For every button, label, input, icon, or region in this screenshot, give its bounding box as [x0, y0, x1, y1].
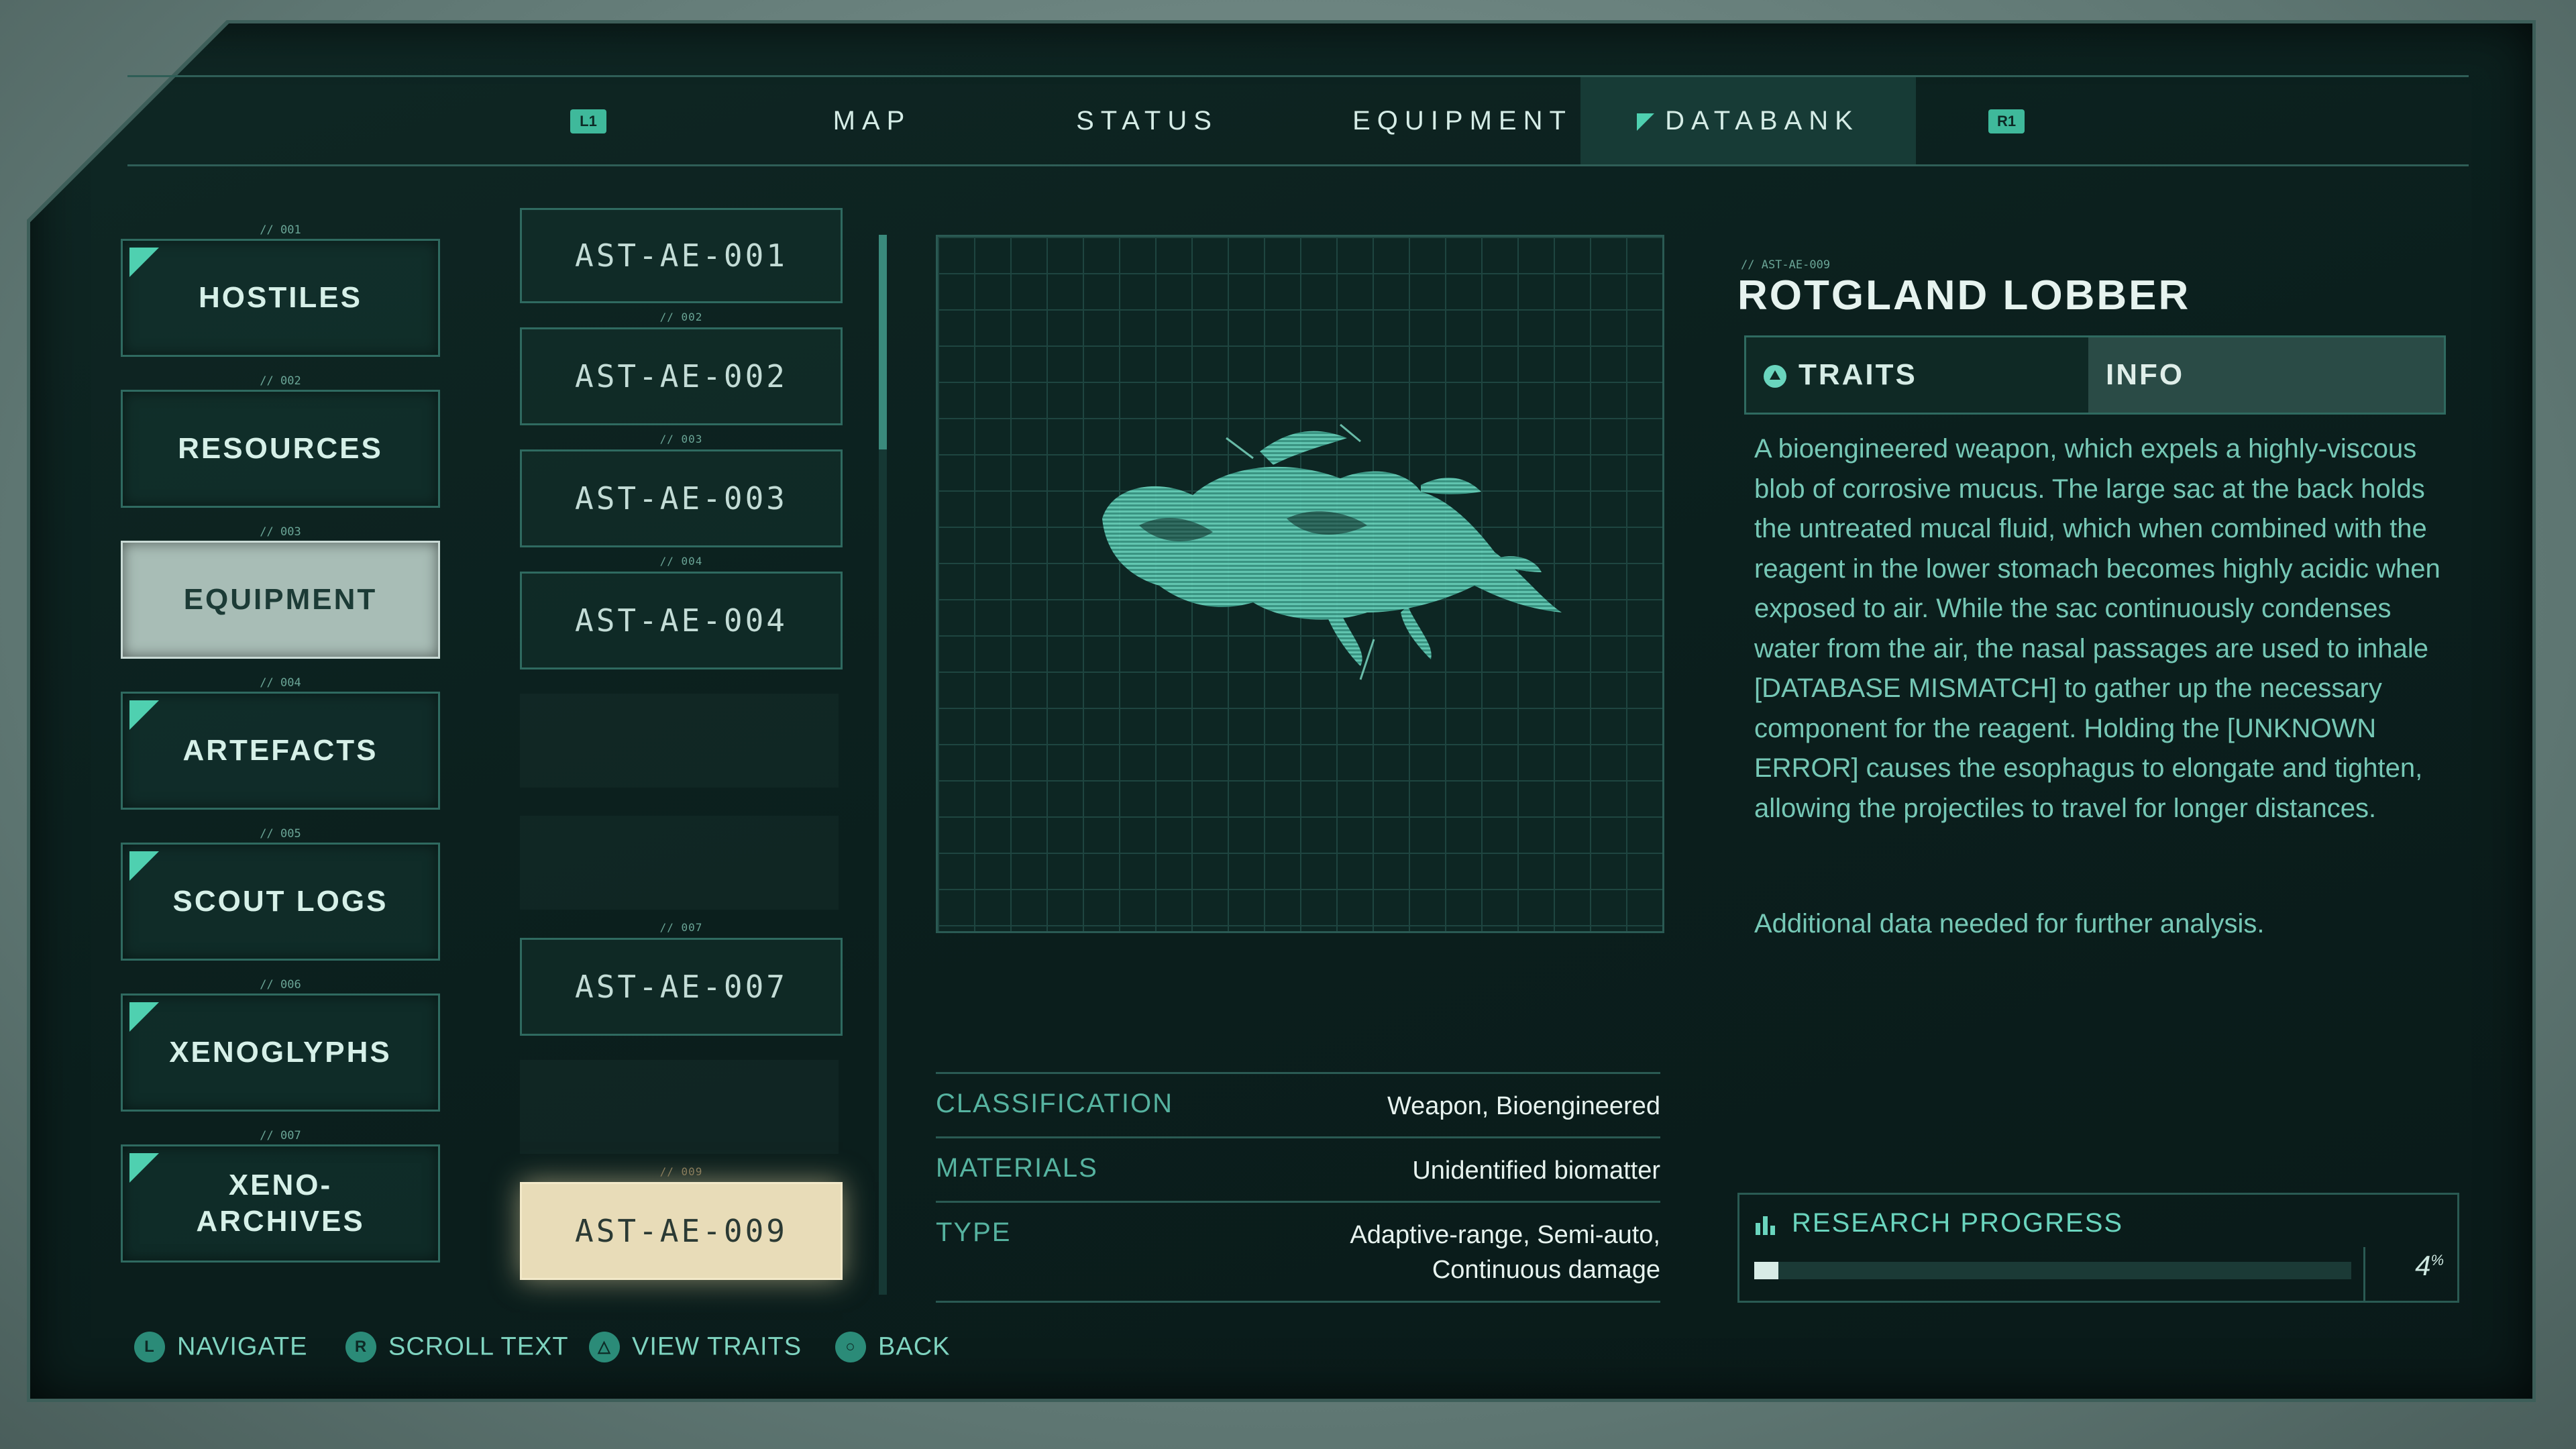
item-hologram-viewport [936, 235, 1664, 933]
category-label: XENO- ARCHIVES [196, 1169, 365, 1238]
tab-traits-label: TRAITS [1799, 358, 1917, 391]
new-flag-icon [129, 1002, 159, 1032]
entry-label: AST-AE-007 [575, 969, 788, 1005]
category-label: ARTEFACTS [182, 734, 378, 767]
triangle-button-icon: △ [589, 1332, 620, 1362]
research-percent: 4% [2415, 1250, 2444, 1282]
tab-equipment[interactable]: EQUIPMENT [1308, 77, 1617, 164]
category-xeno-archives[interactable]: // 007 XENO- ARCHIVES [121, 1129, 440, 1263]
category-number: // 006 [260, 978, 301, 991]
hint-view-traits[interactable]: △ VIEW TRAITS [589, 1332, 802, 1362]
stat-value: Unidentified biomatter [1412, 1157, 1660, 1185]
category-label: RESOURCES [178, 432, 383, 465]
entry-ast-ae-003[interactable]: // 003 AST-AE-003 [520, 433, 843, 547]
category-label: XENOGLYPHS [169, 1036, 392, 1069]
category-resources[interactable]: // 002 RESOURCES [121, 374, 440, 508]
research-percent-unit: % [2430, 1252, 2444, 1269]
hint-label: SCROLL TEXT [388, 1332, 569, 1361]
entry-number: // 004 [659, 555, 703, 568]
category-label: SCOUT LOGS [172, 885, 388, 918]
hint-scroll-text[interactable]: R SCROLL TEXT [345, 1332, 569, 1362]
entry-locked[interactable] [520, 816, 839, 910]
category-scout-logs[interactable]: // 005 SCOUT LOGS [121, 827, 440, 961]
research-progress-bar [1754, 1262, 2351, 1279]
entry-label: AST-AE-002 [575, 358, 788, 394]
triangle-button-icon [1764, 365, 1786, 388]
new-flag-icon [129, 700, 159, 730]
category-number: // 004 [260, 676, 301, 690]
entry-locked[interactable] [520, 694, 839, 788]
category-number: // 007 [260, 1129, 301, 1142]
hint-label: NAVIGATE [177, 1332, 308, 1361]
category-number: // 003 [260, 525, 301, 539]
stat-key: TYPE [936, 1218, 1012, 1247]
entry-ast-ae-001[interactable]: AST-AE-001 [520, 208, 843, 303]
tab-status[interactable]: STATUS [1026, 77, 1268, 164]
category-xenoglyphs[interactable]: // 006 XENOGLYPHS [121, 978, 440, 1112]
tab-databank[interactable]: DATABANK [1580, 77, 1916, 164]
entry-ast-ae-004[interactable]: // 004 AST-AE-004 [520, 555, 843, 669]
circle-button-icon: ○ [835, 1332, 866, 1362]
entry-scrollbar-thumb[interactable] [879, 235, 887, 449]
entry-label: AST-AE-001 [575, 237, 788, 274]
left-stick-icon: L [134, 1332, 165, 1362]
category-equipment[interactable]: // 003 EQUIPMENT [121, 525, 440, 659]
entry-ast-ae-009[interactable]: // 009 AST-AE-009 [520, 1165, 843, 1280]
new-flag-icon [129, 851, 159, 881]
entry-number: // 009 [659, 1165, 703, 1178]
entry-ast-ae-002[interactable]: // 002 AST-AE-002 [520, 311, 843, 425]
stat-value: Weapon, Bioengineered [1387, 1092, 1660, 1120]
entry-label: AST-AE-003 [575, 480, 788, 517]
stat-value: Adaptive-range, Semi-auto, Continuous da… [1350, 1221, 1660, 1284]
tab-traits[interactable]: TRAITS [1746, 337, 2088, 413]
top-navigation: L1 MAP STATUS EQUIPMENT DATABANK R1 [127, 75, 2469, 166]
stat-row-materials: MATERIALS Unidentified biomatter [936, 1136, 1660, 1203]
stat-row-type: TYPE Adaptive-range, Semi-auto, Continuo… [936, 1201, 1660, 1303]
category-artefacts[interactable]: // 004 ARTEFACTS [121, 676, 440, 810]
hint-back[interactable]: ○ BACK [835, 1332, 950, 1362]
category-label: HOSTILES [198, 281, 363, 314]
detail-description: A bioengineered weapon, which expels a h… [1754, 434, 2440, 823]
entry-label: AST-AE-009 [575, 1213, 788, 1249]
research-percent-value: 4 [2415, 1250, 2431, 1281]
category-number: // 002 [260, 374, 301, 388]
entry-scrollbar[interactable] [879, 235, 887, 1295]
entry-number: // 003 [659, 433, 703, 445]
new-flag-icon [129, 248, 159, 277]
hint-navigate[interactable]: L NAVIGATE [134, 1332, 308, 1362]
stat-row-classification: CLASSIFICATION Weapon, Bioengineered [936, 1072, 1660, 1138]
tab-info-label: INFO [2106, 358, 2185, 391]
detail-note: Additional data needed for further analy… [1754, 909, 2265, 938]
tab-databank-label: DATABANK [1665, 106, 1860, 136]
l1-bumper-icon[interactable]: L1 [570, 109, 606, 133]
r1-bumper-icon[interactable]: R1 [1988, 109, 2025, 133]
stat-key: CLASSIFICATION [936, 1089, 1173, 1118]
bar-chart-icon [1756, 1216, 1775, 1235]
right-stick-icon: R [345, 1332, 376, 1362]
category-number: // 005 [260, 827, 301, 841]
entry-number: // 002 [659, 311, 703, 323]
detail-title: ROTGLAND LOBBER [1737, 272, 2191, 319]
entry-number: // 007 [659, 921, 703, 934]
detail-tabs: TRAITS INFO [1744, 335, 2446, 415]
research-progress-fill [1754, 1262, 1778, 1279]
tab-map[interactable]: MAP [758, 77, 986, 164]
category-number: // 001 [260, 223, 301, 237]
tab-info[interactable]: INFO [2088, 337, 2444, 413]
hint-label: BACK [878, 1332, 951, 1361]
active-flag-icon [1637, 113, 1655, 131]
research-divider [2363, 1247, 2365, 1301]
entry-ast-ae-007[interactable]: // 007 AST-AE-007 [520, 921, 843, 1036]
stat-key: MATERIALS [936, 1153, 1098, 1183]
category-label: EQUIPMENT [183, 583, 378, 616]
detail-id: // AST-AE-009 [1741, 258, 1831, 272]
hint-label: VIEW TRAITS [632, 1332, 802, 1361]
research-progress-panel: RESEARCH PROGRESS 4% [1737, 1193, 2459, 1303]
entry-locked[interactable] [520, 1060, 839, 1154]
rotgland-lobber-hologram [1102, 423, 1562, 680]
category-hostiles[interactable]: // 001 HOSTILES [121, 223, 440, 357]
entry-label: AST-AE-004 [575, 602, 788, 639]
research-progress-title: RESEARCH PROGRESS [1792, 1208, 2124, 1238]
